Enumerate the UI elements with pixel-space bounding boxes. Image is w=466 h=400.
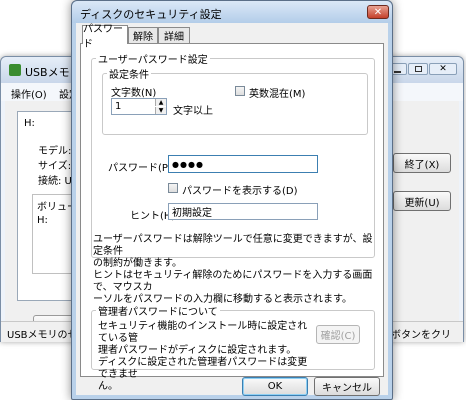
- minimize-icon: [394, 71, 401, 73]
- tab-details[interactable]: 詳細: [158, 27, 190, 43]
- tab-password[interactable]: パスワード: [82, 24, 128, 50]
- volume-list[interactable]: ボリューム H:: [32, 194, 87, 274]
- admin-password-group-title: 管理者パスワードについて: [96, 303, 220, 318]
- ok-button[interactable]: OK: [242, 377, 308, 396]
- char-count-suffix: 文字以上: [173, 106, 213, 117]
- maximize-icon: [415, 66, 422, 72]
- maximize-button[interactable]: [408, 63, 428, 75]
- alnum-mixed-label: 英数混在(M): [249, 89, 306, 100]
- close-icon: ✕: [439, 64, 447, 74]
- user-password-group-title: ユーザーパスワード設定: [96, 51, 210, 66]
- note-line-1: ユーザーパスワードは解除ツールで任意に変更できますが、設定条件: [93, 234, 373, 257]
- char-count-value: 1: [115, 101, 122, 112]
- spin-up-icon[interactable]: ▲: [155, 99, 166, 106]
- app-icon: [9, 64, 21, 76]
- status-text-left: USBメモリのセ: [7, 330, 78, 341]
- conditions-group-title: 設定条件: [107, 66, 151, 81]
- volume-item: H:: [37, 215, 48, 226]
- security-settings-dialog: ディスクのセキュリティ設定 ✕ パスワード 解除 詳細 ユーザーパスワード設定 …: [71, 0, 393, 400]
- status-text-right: ボタンをクリ: [391, 330, 451, 341]
- show-password-label: パスワードを表示する(D): [182, 186, 298, 197]
- tab-panel-password: ユーザーパスワード設定 設定条件 文字数(N) 1 ▲ ▼ 文字以上 英数混在(…: [80, 43, 384, 392]
- char-count-stepper[interactable]: 1 ▲ ▼: [111, 98, 167, 115]
- admin-line-2: 理者パスワードがディスクに設定されます。: [98, 345, 297, 356]
- note-line-2: の制約が働きます。: [93, 258, 182, 269]
- exit-button[interactable]: 終了(X): [393, 153, 451, 173]
- dialog-close-button[interactable]: ✕: [367, 5, 389, 19]
- tab-release[interactable]: 解除: [128, 27, 158, 43]
- password-label: パスワード(P): [108, 163, 172, 174]
- menu-item-operation[interactable]: 操作(O): [11, 86, 47, 101]
- background-close-button[interactable]: ✕: [429, 63, 457, 75]
- hint-value: 初期設定: [172, 208, 212, 219]
- password-note: ユーザーパスワードは解除ツールで任意に変更できますが、設定条件 の制約が働きます…: [93, 234, 381, 306]
- char-count-label: 文字数(N): [111, 88, 157, 99]
- admin-line-1: セキュリティ機能のインストール時に設定されている管: [98, 321, 308, 344]
- show-password-checkbox[interactable]: [168, 183, 178, 193]
- drive-list[interactable]: H: モデル: Ge サイズ: 3. 接続: USE ボリューム H:: [17, 111, 88, 301]
- drive-label: H:: [24, 118, 35, 129]
- admin-password-group: 管理者パスワードについて セキュリティ機能のインストール時に設定されている管 理…: [91, 303, 375, 392]
- user-password-group: ユーザーパスワード設定 設定条件 文字数(N) 1 ▲ ▼ 文字以上 英数混在(…: [91, 51, 375, 258]
- confirm-button[interactable]: 確認(C): [316, 325, 360, 344]
- cancel-button[interactable]: キャンセル: [314, 377, 380, 396]
- password-value: ●●●●: [172, 159, 204, 169]
- close-icon: ✕: [373, 6, 383, 18]
- hint-field[interactable]: 初期設定: [168, 203, 318, 220]
- dialog-body: パスワード 解除 詳細 ユーザーパスワード設定 設定条件 文字数(N) 1 ▲ …: [76, 23, 388, 396]
- password-field[interactable]: ●●●●: [168, 155, 318, 173]
- update-button[interactable]: 更新(U): [393, 191, 451, 211]
- spin-down-icon[interactable]: ▼: [155, 107, 166, 114]
- note-line-3: ヒントはセキュリティ解除のためにパスワードを入力する画面で、マウスカ: [93, 270, 373, 293]
- conditions-group: 設定条件 文字数(N) 1 ▲ ▼ 文字以上 英数混在(M): [102, 66, 368, 135]
- alnum-mixed-checkbox[interactable]: [235, 86, 245, 96]
